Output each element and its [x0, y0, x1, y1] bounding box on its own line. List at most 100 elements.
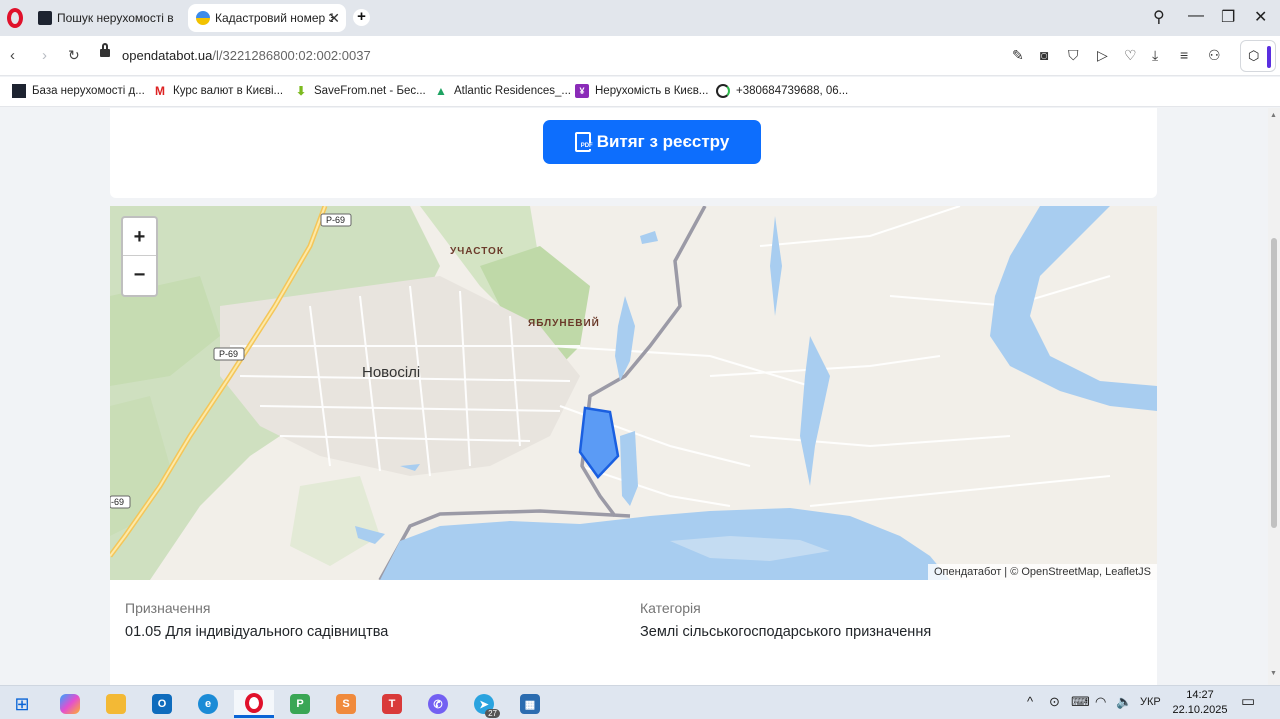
bookmark-item[interactable]: +380684739688, 06... — [716, 84, 848, 98]
wifi-icon[interactable]: ◠ — [1095, 694, 1106, 710]
map-zoom-control: + − — [121, 216, 158, 297]
bookmark-label: Atlantic Residences_... — [454, 85, 571, 97]
parcel-map[interactable]: Р-69 Р-69 -69 УЧАСТОК ЯБЛУНЕВИЙ Новосілі… — [110, 206, 1157, 580]
taskbar-app-opera[interactable] — [234, 690, 274, 718]
bookmark-item[interactable]: ¥ Нерухомість в Києв... — [575, 84, 708, 98]
language-indicator[interactable]: УКР — [1140, 696, 1161, 708]
scrollbar-thumb[interactable] — [1271, 238, 1277, 528]
windows-logo-icon: ⊞ — [14, 693, 30, 714]
map-tiles — [110, 206, 1157, 580]
volume-icon[interactable]: 🔈 — [1116, 694, 1132, 710]
tab-close-icon[interactable]: ✕ — [328, 10, 340, 27]
clock-time: 14:27 — [1186, 689, 1214, 701]
map-village-label: Новосілі — [362, 364, 421, 381]
zoom-in-button[interactable]: + — [123, 218, 156, 256]
bookmark-label: SaveFrom.net - Бес... — [314, 85, 426, 97]
taskbar-app-telegram[interactable]: ➤ 27 — [464, 690, 504, 718]
meet-icon[interactable]: ⊙ — [1049, 694, 1060, 710]
close-window-icon[interactable]: ✕ — [1254, 7, 1267, 27]
taskbar-app-spreadsheet[interactable]: P — [280, 690, 320, 718]
reload-icon[interactable]: ↻ — [68, 47, 80, 64]
taskbar-app-explorer[interactable] — [96, 690, 136, 718]
scroll-down-icon[interactable]: ▼ — [1270, 670, 1277, 677]
cube-icon: ⬡ — [1248, 48, 1260, 63]
purpose-value: 01.05 Для індивідуального садівництва — [125, 624, 389, 640]
tab-search-icon[interactable]: ⚲ — [1153, 7, 1165, 27]
tab-label: Пошук нерухомості в база — [57, 11, 175, 25]
road-label: Р-69 — [326, 215, 346, 225]
extensions-button[interactable]: ⬡ — [1240, 40, 1276, 72]
map-attribution[interactable]: Опендатабот | © OpenStreetMap, LeafletJS — [927, 564, 1157, 580]
address-bar: ‹ › ↻ opendatabot.ua/l/3221286800:02:002… — [0, 36, 1280, 76]
download-icon[interactable]: ⤓ — [1152, 47, 1158, 64]
tab-label: Кадастровий номер 3221286800:02:002:0037 — [215, 11, 333, 25]
page-scrollbar[interactable]: ▲ ▼ — [1268, 108, 1280, 685]
keyboard-icon[interactable]: ⌨ — [1071, 694, 1090, 710]
calculator-icon: ▦ — [520, 694, 540, 714]
edge-icon: e — [198, 694, 218, 714]
opera-logo-icon[interactable] — [7, 8, 23, 28]
heart-icon[interactable]: ♡ — [1124, 47, 1137, 64]
bookmark-label: База нерухомості д... — [32, 85, 145, 97]
minimize-icon[interactable]: — — [1188, 7, 1204, 25]
show-hidden-icons-icon[interactable]: ^ — [1027, 694, 1033, 709]
forward-icon[interactable]: › — [42, 47, 47, 64]
map-place-label: УЧАСТОК — [450, 246, 504, 257]
url-path: /l/3221286800:02:002:0037 — [212, 48, 371, 63]
bookmark-item[interactable]: ▲ Atlantic Residences_... — [434, 84, 571, 98]
tab-cadastral-number[interactable]: Кадастровий номер 3221286800:02:002:0037… — [188, 4, 346, 32]
taskbar-app-copilot[interactable] — [50, 690, 90, 718]
copilot-icon — [60, 694, 80, 714]
lock-icon[interactable] — [100, 43, 110, 57]
bookmark-label: Нерухомість в Києв... — [595, 85, 709, 97]
url-field[interactable]: opendatabot.ua/l/3221286800:02:002:0037 — [122, 48, 371, 63]
document-icon: T — [382, 694, 402, 714]
viber-icon: ✆ — [428, 694, 448, 714]
shield-icon[interactable]: ⛉ — [1068, 47, 1079, 64]
edit-page-icon[interactable]: ✎ — [1012, 47, 1024, 64]
notifications-icon[interactable]: ▭ — [1241, 692, 1255, 710]
opera-icon — [245, 692, 263, 713]
sidebar-indicator — [1267, 46, 1271, 68]
system-clock[interactable]: 14:27 22.10.2025 — [1170, 688, 1230, 718]
presentation-icon: S — [336, 694, 356, 714]
tab-property-search[interactable]: Пошук нерухомості в база — [30, 4, 186, 32]
camera-icon[interactable]: ◙ — [1040, 47, 1048, 63]
registry-extract-button[interactable]: Витяг з реєстру — [543, 120, 761, 164]
taskbar-app-calculator[interactable]: ▦ — [510, 690, 550, 718]
url-domain: opendatabot.ua — [122, 48, 213, 63]
telegram-badge: 27 — [485, 709, 500, 718]
taskbar-app-outlook[interactable]: O — [142, 690, 182, 718]
back-icon[interactable]: ‹ — [10, 47, 15, 64]
google-drive-icon: ▲ — [435, 84, 447, 98]
purple-square-icon: ¥ — [575, 84, 589, 98]
profile-icon[interactable]: ⚇ — [1208, 47, 1221, 64]
bookmark-item[interactable]: ⬇ SaveFrom.net - Бес... — [294, 84, 426, 98]
registry-extract-label: Витяг з реєстру — [596, 132, 730, 151]
bookmarks-bar: База нерухомості д... M Курс валют в Киє… — [0, 77, 1280, 107]
clock-date: 22.10.2025 — [1172, 704, 1228, 716]
send-icon[interactable]: ▷ — [1097, 47, 1108, 64]
dark-square-icon — [12, 84, 26, 98]
spreadsheet-icon: P — [290, 694, 310, 714]
category-label: Категорія — [640, 600, 701, 616]
new-tab-plus-icon[interactable]: + — [353, 9, 370, 26]
menu-icon[interactable]: ≡ — [1180, 47, 1188, 63]
taskbar-app-writer[interactable]: T — [372, 690, 412, 718]
windows-taskbar: ⊞ O e P S T ✆ ➤ 27 ▦ ^ ⊙ ⌨ ◠ 🔈 УКР 14:27… — [0, 685, 1280, 719]
bookmark-item[interactable]: База нерухомості д... — [12, 84, 145, 98]
scroll-up-icon[interactable]: ▲ — [1270, 112, 1277, 119]
bookmark-item[interactable]: M Курс валют в Києві... — [153, 84, 283, 98]
restore-icon[interactable]: ❐ — [1221, 7, 1235, 27]
start-button[interactable]: ⊞ — [2, 690, 42, 718]
taskbar-app-slides[interactable]: S — [326, 690, 366, 718]
taskbar-app-viber[interactable]: ✆ — [418, 690, 458, 718]
m-letter-icon: M — [155, 84, 165, 98]
zoom-out-button[interactable]: − — [123, 256, 156, 294]
bookmark-label: Курс валют в Києві... — [173, 85, 284, 97]
category-value: Землі сільськогосподарського призначення — [640, 624, 932, 640]
road-label: -69 — [111, 497, 125, 507]
folder-icon — [106, 694, 126, 714]
bookmark-label: +380684739688, 06... — [736, 85, 849, 97]
taskbar-app-edge[interactable]: e — [188, 690, 228, 718]
